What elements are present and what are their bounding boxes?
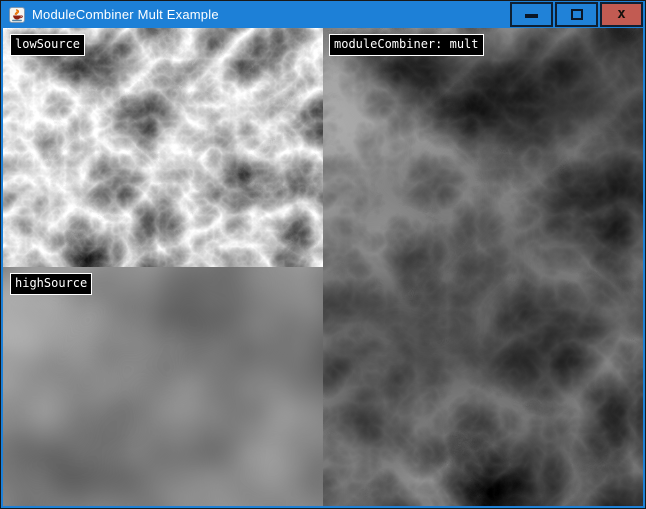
low-source-noise-image	[3, 28, 323, 267]
high-source-label: highSource	[10, 273, 92, 295]
minimize-icon	[525, 14, 538, 18]
combined-noise-image	[323, 28, 643, 506]
app-window: ModuleCombiner Mult Example x	[0, 0, 646, 509]
close-button[interactable]: x	[600, 2, 643, 27]
maximize-icon	[571, 9, 583, 20]
minimize-button[interactable]	[510, 2, 553, 27]
titlebar[interactable]: ModuleCombiner Mult Example x	[3, 1, 643, 28]
maximize-button[interactable]	[555, 2, 598, 27]
noise-preview-area: lowSource highSource	[3, 28, 643, 506]
panel-module-combiner: moduleCombiner: mult	[323, 28, 643, 506]
close-icon: x	[617, 7, 625, 21]
low-source-label: lowSource	[10, 34, 85, 56]
panel-low-source: lowSource	[3, 28, 323, 267]
left-column: lowSource highSource	[3, 28, 323, 506]
high-source-noise-image	[3, 267, 323, 506]
panel-high-source: highSource	[3, 267, 323, 506]
window-controls: x	[510, 1, 643, 28]
window-title: ModuleCombiner Mult Example	[32, 7, 219, 22]
java-app-icon	[9, 7, 25, 23]
module-combiner-label: moduleCombiner: mult	[329, 34, 484, 56]
